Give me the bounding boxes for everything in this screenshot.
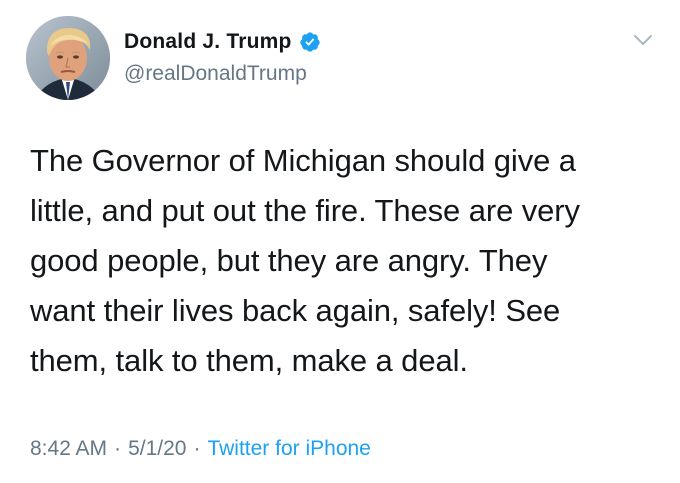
chevron-down-icon[interactable]	[632, 32, 654, 48]
verified-badge-icon	[299, 31, 321, 53]
meta-separator: ·	[114, 437, 122, 460]
tweet-date[interactable]: 5/1/20	[128, 435, 186, 463]
tweet-card: Donald J. Trump @realDonaldTrump The Gov…	[0, 0, 680, 483]
tweet-time[interactable]: 8:42 AM	[30, 435, 107, 463]
tweet-source-link[interactable]: Twitter for iPhone	[207, 435, 370, 463]
meta-separator: ·	[193, 437, 201, 460]
author-display-name[interactable]: Donald J. Trump	[124, 29, 292, 55]
avatar-image	[26, 16, 110, 100]
author-name-row[interactable]: Donald J. Trump	[124, 29, 321, 55]
avatar[interactable]	[26, 16, 110, 100]
tweet-meta: 8:42 AM · 5/1/20 · Twitter for iPhone	[30, 435, 371, 463]
tweet-body-text: The Governor of Michigan should give a l…	[30, 143, 580, 378]
author-handle[interactable]: @realDonaldTrump	[124, 61, 307, 87]
